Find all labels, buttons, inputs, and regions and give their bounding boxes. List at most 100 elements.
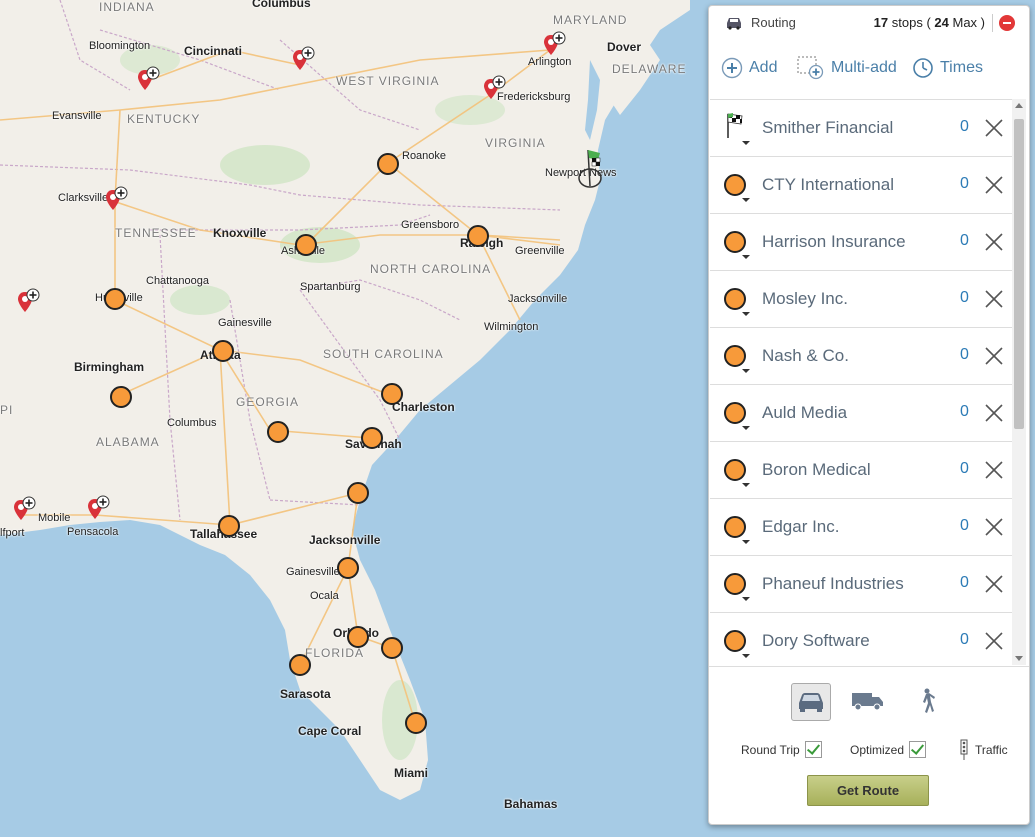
stop-name: Edgar Inc.: [762, 517, 840, 536]
chevron-down-icon[interactable]: [742, 198, 750, 202]
round-trip-option[interactable]: Round Trip: [741, 741, 822, 758]
stop-duration[interactable]: 0: [960, 574, 969, 592]
stop-duration[interactable]: 0: [960, 460, 969, 478]
city-label-evansville: Evansville: [52, 110, 102, 122]
stop-row[interactable]: Harrison Insurance 0: [710, 214, 1012, 271]
multi-add-button[interactable]: Multi-add: [797, 56, 897, 80]
stop-map-marker[interactable]: [361, 427, 383, 449]
stop-map-marker[interactable]: [347, 482, 369, 504]
traffic-option[interactable]: Traffic: [959, 739, 1008, 761]
chevron-down-icon[interactable]: [742, 312, 750, 316]
stop-duration[interactable]: 0: [960, 175, 969, 193]
mode-car-button[interactable]: [791, 683, 831, 721]
add-button[interactable]: Add: [721, 56, 777, 80]
close-icon[interactable]: [983, 174, 1005, 196]
chevron-down-icon[interactable]: [742, 654, 750, 658]
stop-duration[interactable]: 0: [960, 232, 969, 250]
stop-map-marker[interactable]: [405, 712, 427, 734]
stop-row[interactable]: CTY International 0: [710, 157, 1012, 214]
stops-count: 17: [873, 15, 889, 30]
city-label-knoxville: Knoxville: [213, 226, 267, 240]
add-location-pin-icon[interactable]: [483, 75, 507, 105]
stop-map-marker[interactable]: [467, 225, 489, 247]
stop-map-marker[interactable]: [381, 637, 403, 659]
close-icon[interactable]: [983, 402, 1005, 424]
state-label-mississippi: PI: [0, 403, 14, 417]
optimized-checkbox[interactable]: [909, 741, 927, 758]
stop-row[interactable]: Edgar Inc. 0: [710, 499, 1012, 556]
stop-map-marker[interactable]: [267, 421, 289, 443]
stop-duration[interactable]: 0: [960, 403, 969, 421]
stop-map-marker[interactable]: [381, 383, 403, 405]
stop-map-marker[interactable]: [104, 288, 126, 310]
stop-map-marker[interactable]: [377, 153, 399, 175]
stop-map-marker[interactable]: [337, 557, 359, 579]
stop-list-scrollbar[interactable]: [1012, 99, 1026, 665]
add-location-pin-icon[interactable]: [292, 46, 316, 76]
stop-row[interactable]: Phaneuf Industries 0: [710, 556, 1012, 613]
panel-toolbar: Add Multi-add Times: [709, 50, 1029, 90]
stop-row[interactable]: Smither Financial 0: [710, 100, 1012, 157]
city-label-cape-coral: Cape Coral: [298, 724, 362, 738]
stop-duration[interactable]: 0: [960, 118, 969, 136]
stop-map-marker[interactable]: [347, 626, 369, 648]
chevron-down-icon[interactable]: [742, 141, 750, 145]
add-location-pin-icon[interactable]: [137, 66, 161, 96]
close-icon[interactable]: [983, 459, 1005, 481]
stop-map-marker[interactable]: [218, 515, 240, 537]
optimized-option[interactable]: Optimized: [850, 741, 927, 758]
city-label-pensacola: Pensacola: [67, 526, 119, 538]
stop-list[interactable]: Smither Financial 0 CTY International 0 Harr…: [710, 99, 1012, 666]
scroll-up-icon[interactable]: [1015, 103, 1023, 108]
city-label-roanoke: Roanoke: [402, 150, 447, 162]
get-route-button[interactable]: Get Route: [807, 775, 929, 806]
mode-truck-button[interactable]: [849, 683, 887, 719]
chevron-down-icon[interactable]: [742, 483, 750, 487]
close-icon[interactable]: [983, 516, 1005, 538]
add-location-pin-icon[interactable]: [105, 186, 129, 216]
stop-duration[interactable]: 0: [960, 517, 969, 535]
city-label-gulfport: lfport: [0, 527, 25, 539]
close-icon[interactable]: [983, 573, 1005, 595]
stop-map-marker[interactable]: [295, 234, 317, 256]
car-icon: [727, 18, 741, 30]
stop-row[interactable]: Auld Media 0: [710, 385, 1012, 442]
stop-duration[interactable]: 0: [960, 631, 969, 649]
panel-title: Routing: [751, 15, 796, 30]
state-label-alabama: ALABAMA: [96, 435, 160, 449]
mode-walk-button[interactable]: [907, 683, 945, 719]
stop-row[interactable]: Boron Medical 0: [710, 442, 1012, 499]
chevron-down-icon[interactable]: [742, 369, 750, 373]
chevron-down-icon[interactable]: [742, 540, 750, 544]
start-flag-map-marker[interactable]: [578, 148, 608, 190]
scroll-down-icon[interactable]: [1015, 656, 1023, 661]
close-icon[interactable]: [983, 288, 1005, 310]
scrollbar-thumb[interactable]: [1014, 119, 1024, 429]
stop-duration[interactable]: 0: [960, 289, 969, 307]
stop-name: Smither Financial: [762, 118, 894, 137]
stop-duration[interactable]: 0: [960, 346, 969, 364]
stops-word: stops (: [891, 15, 931, 30]
close-icon[interactable]: [983, 630, 1005, 652]
stop-row[interactable]: Dory Software 0: [710, 613, 1012, 666]
city-label-columbus-oh: Columbus: [252, 0, 311, 10]
round-trip-checkbox[interactable]: [804, 741, 822, 758]
add-location-pin-icon[interactable]: [17, 288, 41, 318]
stop-row[interactable]: Nash & Co. 0: [710, 328, 1012, 385]
stop-map-marker[interactable]: [212, 340, 234, 362]
chevron-down-icon[interactable]: [742, 597, 750, 601]
close-icon[interactable]: [983, 231, 1005, 253]
add-location-pin-icon[interactable]: [87, 495, 111, 525]
chevron-down-icon[interactable]: [742, 426, 750, 430]
times-button[interactable]: Times: [912, 56, 983, 80]
close-icon[interactable]: [983, 117, 1005, 139]
remove-circle-icon[interactable]: [999, 15, 1015, 31]
add-location-pin-icon[interactable]: [13, 496, 37, 526]
add-location-pin-icon[interactable]: [543, 31, 567, 61]
stop-map-marker[interactable]: [110, 386, 132, 408]
state-label-tennessee: TENNESSEE: [115, 226, 197, 240]
stop-row[interactable]: Mosley Inc. 0: [710, 271, 1012, 328]
close-icon[interactable]: [983, 345, 1005, 367]
stop-map-marker[interactable]: [289, 654, 311, 676]
chevron-down-icon[interactable]: [742, 255, 750, 259]
